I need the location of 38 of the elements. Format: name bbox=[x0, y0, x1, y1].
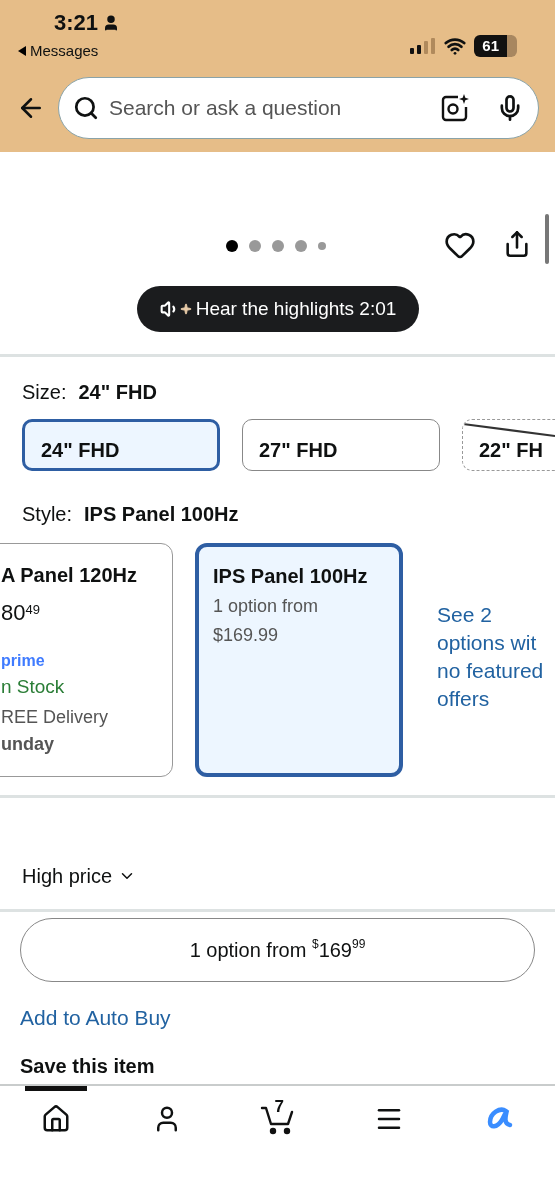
signal-icon bbox=[410, 38, 437, 54]
option-summary-line: $169.99 bbox=[213, 624, 280, 647]
size-option[interactable]: 22" FH bbox=[462, 419, 555, 471]
option-title: A Panel 120Hz bbox=[1, 563, 138, 588]
speaker-sparkle-icon bbox=[159, 299, 192, 319]
style-option-card[interactable]: A Panel 120Hz 80$^{49}$ prime n Stock REE Delivery unday bbox=[0, 543, 173, 777]
style-label: Style: bbox=[22, 502, 73, 527]
see-options-link[interactable]: See 2 options wit no featured offers bbox=[437, 601, 544, 713]
share-icon[interactable] bbox=[503, 230, 531, 258]
option-title: IPS Panel 100Hz bbox=[213, 564, 369, 589]
home-icon[interactable] bbox=[40, 1103, 71, 1134]
tab-bar-item[interactable]: 7 bbox=[246, 1086, 309, 1146]
size-label: Size: bbox=[22, 380, 67, 405]
size-option[interactable]: 27" FHD bbox=[242, 419, 440, 471]
wifi-icon bbox=[444, 35, 467, 57]
camera-icon[interactable] bbox=[440, 92, 470, 123]
hear-highlights-button[interactable]: Hear the highlights 2:01 bbox=[137, 286, 419, 332]
price-sort-dropdown[interactable]: High price bbox=[22, 861, 137, 891]
scroll-indicator bbox=[545, 214, 549, 264]
search-icon bbox=[73, 94, 99, 121]
auto-buy-link[interactable]: Add to Auto Buy bbox=[20, 1002, 171, 1034]
delivery-text: REE Delivery bbox=[1, 705, 110, 729]
style-value: IPS Panel 100Hz bbox=[84, 502, 239, 527]
size-value: 24" FHD bbox=[78, 380, 157, 405]
section-heading: Save this item bbox=[20, 1053, 156, 1079]
status-time: 3:21 bbox=[54, 12, 99, 34]
back-triangle-icon bbox=[18, 46, 26, 57]
delivery-day: unday bbox=[1, 730, 172, 758]
size-option[interactable]: 24" FHD bbox=[22, 419, 220, 471]
search-bar[interactable]: Search or ask a question bbox=[58, 76, 539, 139]
stock-status: n Stock bbox=[1, 675, 66, 699]
prime-label: prime bbox=[1, 651, 46, 671]
back-to-app-link[interactable]: Messages bbox=[18, 40, 121, 63]
style-option-card[interactable]: IPS Panel 100Hz 1 option from $169.99 bbox=[195, 543, 403, 777]
option-price: 80$^{49}$ bbox=[1, 599, 41, 627]
search-field[interactable]: Search or ask a question bbox=[109, 91, 430, 124]
option-summary-line: 1 option from bbox=[213, 595, 320, 618]
battery-indicator: 61 bbox=[474, 35, 517, 57]
